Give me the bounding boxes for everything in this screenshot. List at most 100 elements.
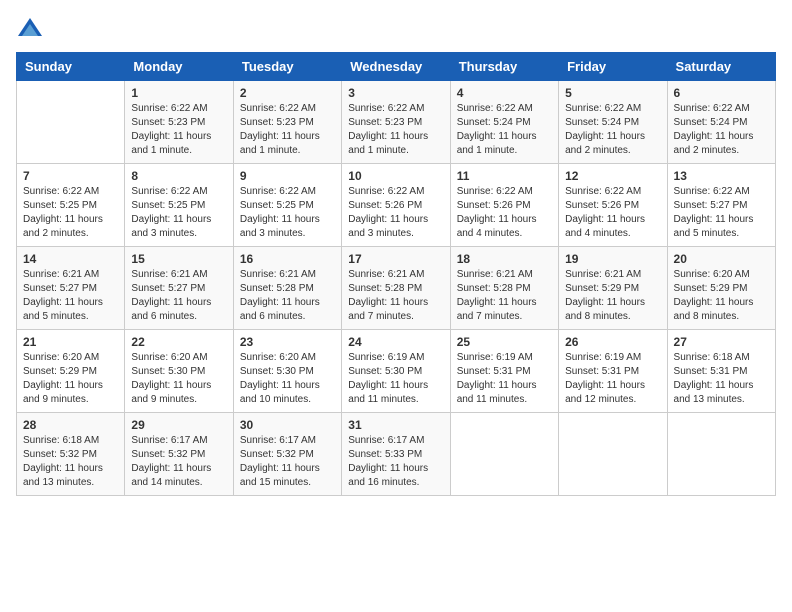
day-number: 22: [131, 335, 226, 349]
calendar-week-row: 14 Sunrise: 6:21 AMSunset: 5:27 PMDayligh…: [17, 247, 776, 330]
calendar-cell: 20 Sunrise: 6:20 AMSunset: 5:29 PMDayligh…: [667, 247, 775, 330]
day-info: Sunrise: 6:22 AMSunset: 5:24 PMDaylight:…: [565, 102, 660, 158]
calendar-cell: 27Sunrise: 6:18 AMSunset: 5:31 PMDayligh…: [667, 330, 775, 413]
calendar-cell: [17, 81, 125, 164]
day-number: 31: [348, 418, 443, 432]
weekday-header-thursday: Thursday: [450, 53, 558, 81]
day-info: Sunrise: 6:22 AMSunset: 5:24 PMDaylight:…: [674, 102, 769, 158]
weekday-header-sunday: Sunday: [17, 53, 125, 81]
day-number: 12: [565, 169, 660, 183]
day-number: 20: [674, 252, 769, 266]
calendar-cell: 15 Sunrise: 6:21 AMSunset: 5:27 PMDayligh…: [125, 247, 233, 330]
day-info: Sunrise: 6:22 AMSunset: 5:26 PMDaylight:…: [348, 185, 443, 241]
day-number: 6: [674, 86, 769, 100]
calendar-cell: 25 Sunrise: 6:19 AMSunset: 5:31 PMDayligh…: [450, 330, 558, 413]
day-info: Sunrise: 6:22 AMSunset: 5:25 PMDaylight:…: [23, 185, 118, 241]
calendar-cell: 30 Sunrise: 6:17 AMSunset: 5:32 PMDayligh…: [233, 413, 341, 496]
day-info: Sunrise: 6:19 AMSunset: 5:31 PMDaylight:…: [565, 351, 660, 407]
calendar-cell: 6 Sunrise: 6:22 AMSunset: 5:24 PMDaylight…: [667, 81, 775, 164]
day-info: Sunrise: 6:17 AMSunset: 5:32 PMDaylight:…: [240, 434, 335, 490]
calendar-cell: 2Sunrise: 6:22 AMSunset: 5:23 PMDaylight…: [233, 81, 341, 164]
calendar-week-row: 28 Sunrise: 6:18 AMSunset: 5:32 PMDayligh…: [17, 413, 776, 496]
day-info: Sunrise: 6:22 AMSunset: 5:27 PMDaylight:…: [674, 185, 769, 241]
weekday-header-friday: Friday: [559, 53, 667, 81]
calendar-week-row: 7 Sunrise: 6:22 AMSunset: 5:25 PMDaylight…: [17, 164, 776, 247]
day-info: Sunrise: 6:20 AMSunset: 5:30 PMDaylight:…: [131, 351, 226, 407]
day-number: 26: [565, 335, 660, 349]
day-number: 29: [131, 418, 226, 432]
weekday-header-tuesday: Tuesday: [233, 53, 341, 81]
day-info: Sunrise: 6:22 AMSunset: 5:26 PMDaylight:…: [565, 185, 660, 241]
page-header: [16, 16, 776, 44]
day-number: 1: [131, 86, 226, 100]
day-info: Sunrise: 6:21 AMSunset: 5:29 PMDaylight:…: [565, 268, 660, 324]
day-info: Sunrise: 6:18 AMSunset: 5:32 PMDaylight:…: [23, 434, 118, 490]
day-info: Sunrise: 6:22 AMSunset: 5:24 PMDaylight:…: [457, 102, 552, 158]
calendar-week-row: 1 Sunrise: 6:22 AMSunset: 5:23 PMDaylight…: [17, 81, 776, 164]
day-info: Sunrise: 6:22 AMSunset: 5:23 PMDaylight:…: [131, 102, 226, 158]
weekday-header-row: SundayMondayTuesdayWednesdayThursdayFrid…: [17, 53, 776, 81]
calendar-cell: 9 Sunrise: 6:22 AMSunset: 5:25 PMDaylight…: [233, 164, 341, 247]
day-number: 17: [348, 252, 443, 266]
weekday-header-wednesday: Wednesday: [342, 53, 450, 81]
day-number: 4: [457, 86, 552, 100]
logo: [16, 16, 48, 44]
calendar-cell: 11 Sunrise: 6:22 AMSunset: 5:26 PMDayligh…: [450, 164, 558, 247]
day-number: 15: [131, 252, 226, 266]
day-number: 2: [240, 86, 335, 100]
day-info: Sunrise: 6:17 AMSunset: 5:33 PMDaylight:…: [348, 434, 443, 490]
day-number: 14: [23, 252, 118, 266]
day-info: Sunrise: 6:21 AMSunset: 5:28 PMDaylight:…: [240, 268, 335, 324]
day-info: Sunrise: 6:20 AMSunset: 5:30 PMDaylight:…: [240, 351, 335, 407]
day-number: 24: [348, 335, 443, 349]
day-number: 3: [348, 86, 443, 100]
calendar-cell: 5 Sunrise: 6:22 AMSunset: 5:24 PMDaylight…: [559, 81, 667, 164]
day-info: Sunrise: 6:19 AMSunset: 5:31 PMDaylight:…: [457, 351, 552, 407]
calendar-cell: 4 Sunrise: 6:22 AMSunset: 5:24 PMDaylight…: [450, 81, 558, 164]
calendar-cell: 29 Sunrise: 6:17 AMSunset: 5:32 PMDayligh…: [125, 413, 233, 496]
day-info: Sunrise: 6:22 AMSunset: 5:23 PMDaylight:…: [348, 102, 443, 158]
calendar-cell: 3 Sunrise: 6:22 AMSunset: 5:23 PMDaylight…: [342, 81, 450, 164]
day-number: 19: [565, 252, 660, 266]
day-number: 16: [240, 252, 335, 266]
calendar-cell: 26 Sunrise: 6:19 AMSunset: 5:31 PMDayligh…: [559, 330, 667, 413]
day-info: Sunrise: 6:17 AMSunset: 5:32 PMDaylight:…: [131, 434, 226, 490]
calendar-cell: 17 Sunrise: 6:21 AMSunset: 5:28 PMDayligh…: [342, 247, 450, 330]
calendar-cell: 28 Sunrise: 6:18 AMSunset: 5:32 PMDayligh…: [17, 413, 125, 496]
calendar-cell: 16 Sunrise: 6:21 AMSunset: 5:28 PMDayligh…: [233, 247, 341, 330]
day-number: 8: [131, 169, 226, 183]
calendar-cell: 14Sunrise: 6:21 AMSunset: 5:27 PMDayligh…: [17, 247, 125, 330]
day-info: Sunrise: 6:22 AMSunset: 5:26 PMDaylight:…: [457, 185, 552, 241]
logo-icon: [16, 16, 44, 44]
calendar-cell: 12 Sunrise: 6:22 AMSunset: 5:26 PMDayligh…: [559, 164, 667, 247]
day-info: Sunrise: 6:20 AMSunset: 5:29 PMDaylight:…: [674, 268, 769, 324]
day-number: 25: [457, 335, 552, 349]
calendar-cell: 31 Sunrise: 6:17 AMSunset: 5:33 PMDayligh…: [342, 413, 450, 496]
day-number: 30: [240, 418, 335, 432]
day-info: Sunrise: 6:19 AMSunset: 5:30 PMDaylight:…: [348, 351, 443, 407]
calendar-cell: 21Sunrise: 6:20 AMSunset: 5:29 PMDayligh…: [17, 330, 125, 413]
calendar-cell: [450, 413, 558, 496]
day-number: 11: [457, 169, 552, 183]
day-info: Sunrise: 6:21 AMSunset: 5:28 PMDaylight:…: [348, 268, 443, 324]
day-number: 9: [240, 169, 335, 183]
calendar-cell: 24 Sunrise: 6:19 AMSunset: 5:30 PMDayligh…: [342, 330, 450, 413]
calendar-cell: 19 Sunrise: 6:21 AMSunset: 5:29 PMDayligh…: [559, 247, 667, 330]
day-info: Sunrise: 6:21 AMSunset: 5:27 PMDaylight:…: [131, 268, 226, 324]
day-number: 7: [23, 169, 118, 183]
day-info: Sunrise: 6:22 AMSunset: 5:25 PMDaylight:…: [240, 185, 335, 241]
day-number: 13: [674, 169, 769, 183]
calendar-cell: 10 Sunrise: 6:22 AMSunset: 5:26 PMDayligh…: [342, 164, 450, 247]
calendar-week-row: 21Sunrise: 6:20 AMSunset: 5:29 PMDayligh…: [17, 330, 776, 413]
day-number: 27: [674, 335, 769, 349]
calendar-cell: [667, 413, 775, 496]
calendar-cell: 7 Sunrise: 6:22 AMSunset: 5:25 PMDaylight…: [17, 164, 125, 247]
calendar-cell: 13 Sunrise: 6:22 AMSunset: 5:27 PMDayligh…: [667, 164, 775, 247]
day-number: 10: [348, 169, 443, 183]
calendar-cell: 8Sunrise: 6:22 AMSunset: 5:25 PMDaylight…: [125, 164, 233, 247]
day-number: 18: [457, 252, 552, 266]
day-number: 21: [23, 335, 118, 349]
day-number: 5: [565, 86, 660, 100]
day-number: 28: [23, 418, 118, 432]
calendar-cell: [559, 413, 667, 496]
